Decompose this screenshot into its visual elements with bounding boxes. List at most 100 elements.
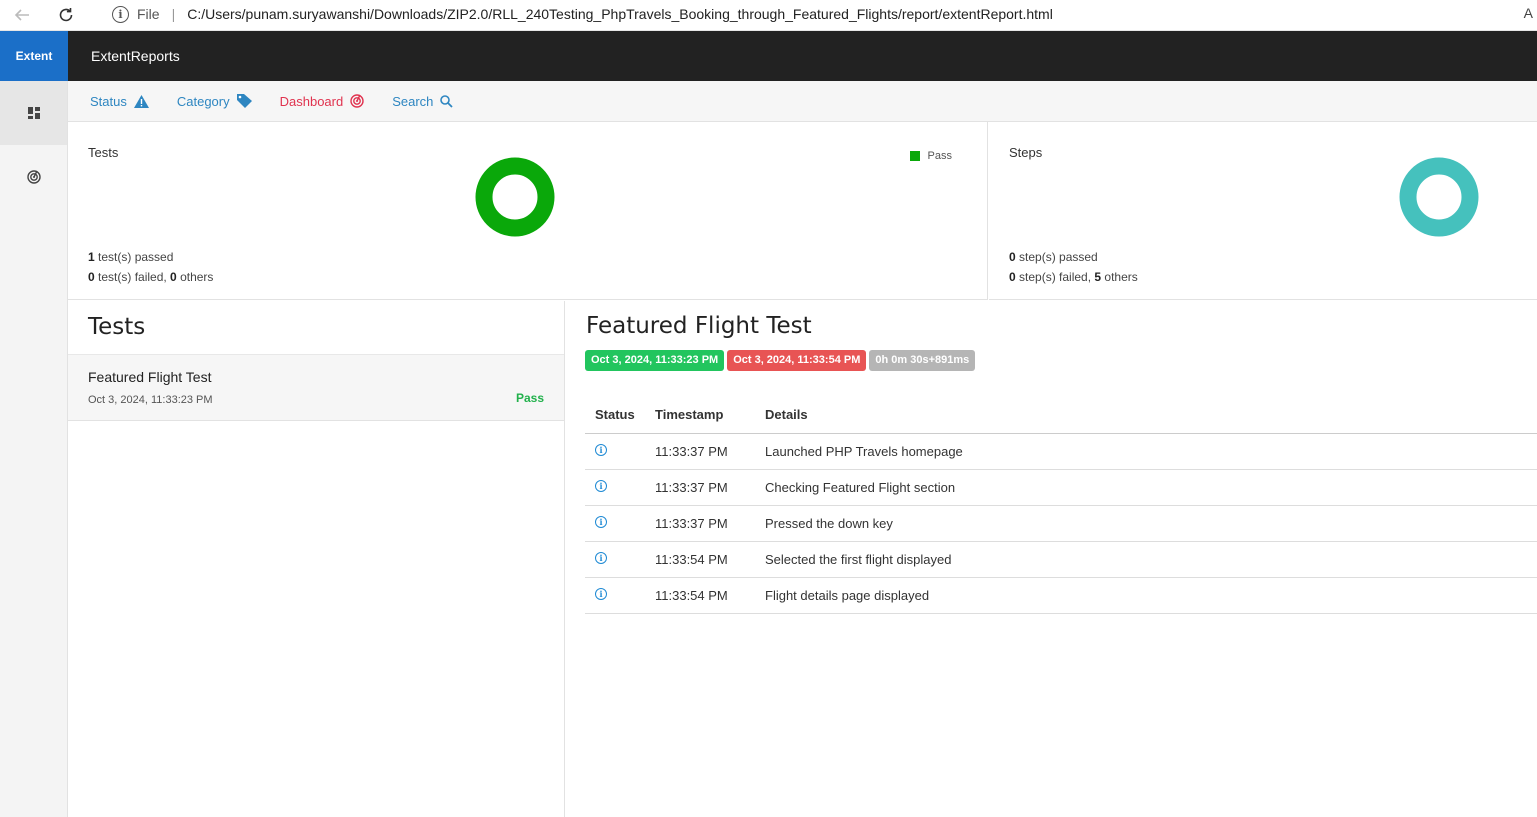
target-icon [26, 170, 41, 184]
sidebar: Extent [0, 31, 68, 817]
steps-passed-text: step(s) passed [1015, 250, 1098, 264]
table-row: i 11:33:37 PM Checking Featured Flight s… [585, 469, 1537, 506]
tests-failed-text: test(s) failed, [94, 270, 171, 284]
info-icon: i [595, 551, 607, 564]
nav-category[interactable]: Category [177, 94, 252, 109]
target-icon [350, 94, 364, 108]
tests-others-count: 0 [170, 270, 177, 284]
info-icon: i [595, 443, 607, 456]
column-header-details: Details [755, 397, 1537, 434]
site-info-icon[interactable]: i [112, 5, 129, 23]
reload-icon [59, 8, 73, 22]
test-time-badges: Oct 3, 2024, 11:33:23 PM Oct 3, 2024, 11… [585, 350, 978, 371]
table-row: i 11:33:54 PM Selected the first flight … [585, 541, 1537, 578]
nav-search[interactable]: Search [392, 93, 454, 109]
legend-pass-label: Pass [927, 150, 952, 162]
row-status-cell: i [585, 541, 645, 578]
steps-summary-card: Steps 0 step(s) passed 0 step(s) failed,… [989, 122, 1537, 300]
duration-badge: 0h 0m 30s+891ms [869, 350, 976, 371]
top-header: ExtentReports [68, 31, 1537, 81]
steps-table-header: Status Timestamp Details [585, 397, 1537, 434]
row-details: Pressed the down key [755, 505, 1537, 542]
row-status-cell: i [585, 433, 645, 470]
steps-table: Status Timestamp Details i 11:33:37 PM L… [585, 397, 1537, 614]
reload-button[interactable] [54, 3, 78, 27]
table-row: i 11:33:54 PM Flight details page displa… [585, 577, 1537, 614]
column-header-timestamp: Timestamp [645, 397, 755, 434]
brand-logo[interactable]: Extent [0, 31, 68, 81]
steps-failed-text: step(s) failed, [1015, 270, 1095, 284]
steps-card-title: Steps [1009, 145, 1043, 160]
tests-failed-stat: 0 test(s) failed, 0 others [88, 270, 213, 284]
row-timestamp: 11:33:37 PM [645, 469, 755, 506]
test-item-name: Featured Flight Test [88, 369, 212, 385]
steps-donut-info-segment [1399, 157, 1479, 237]
filter-nav: Status Category Dashboard Search [68, 81, 1537, 122]
browser-toolbar: i File | C:/Users/punam.suryawanshi/Down… [0, 0, 1537, 31]
row-timestamp: 11:33:54 PM [645, 577, 755, 614]
url-text[interactable]: C:/Users/punam.suryawanshi/Downloads/ZIP… [187, 6, 1053, 22]
start-time-badge: Oct 3, 2024, 11:33:23 PM [585, 350, 725, 371]
tests-failed-count: 0 [88, 270, 95, 284]
steps-failed-stat: 0 step(s) failed, 5 others [1009, 270, 1138, 284]
tests-donut-chart [475, 157, 555, 237]
row-details: Checking Featured Flight section [755, 469, 1537, 506]
warning-icon [133, 94, 149, 108]
steps-others-text: others [1101, 270, 1138, 284]
test-detail-panel: Featured Flight Test Oct 3, 2024, 11:33:… [565, 301, 1537, 817]
tests-card-title: Tests [88, 145, 119, 160]
row-details: Selected the first flight displayed [755, 541, 1537, 578]
nav-status[interactable]: Status [90, 94, 149, 109]
tests-passed-count: 1 [88, 250, 95, 264]
test-detail-title: Featured Flight Test [586, 313, 812, 339]
row-timestamp: 11:33:37 PM [645, 505, 755, 542]
end-time-badge: Oct 3, 2024, 11:33:54 PM [727, 350, 867, 371]
row-status-cell: i [585, 505, 645, 542]
read-aloud-label: A [1523, 5, 1533, 21]
tests-donut-pass-segment [475, 157, 555, 237]
test-list-item[interactable]: Featured Flight Test Oct 3, 2024, 11:33:… [68, 355, 564, 421]
address-separator: | [171, 6, 176, 22]
row-status-cell: i [585, 577, 645, 614]
nav-search-label: Search [392, 93, 434, 109]
steps-donut-chart [1399, 157, 1479, 237]
info-icon: i [595, 587, 607, 600]
info-icon: i [595, 515, 607, 528]
nav-dashboard[interactable]: Dashboard [280, 94, 365, 109]
table-row: i 11:33:37 PM Launched PHP Travels homep… [585, 433, 1537, 470]
tests-list-panel: Tests Featured Flight Test Oct 3, 2024, … [68, 301, 565, 817]
app-title: ExtentReports [91, 48, 180, 64]
test-item-time: Oct 3, 2024, 11:33:23 PM [88, 394, 213, 406]
url-scheme-label: File [137, 6, 160, 22]
tests-list-heading: Tests [68, 301, 564, 355]
tag-icon [236, 94, 252, 108]
nav-status-label: Status [90, 93, 127, 109]
tests-legend: Pass [909, 150, 952, 162]
nav-category-label: Category [176, 93, 230, 109]
tests-others-text: others [176, 270, 214, 284]
sidebar-item-dashboard[interactable] [0, 145, 67, 209]
legend-pass-swatch [909, 151, 920, 161]
row-details: Flight details page displayed [755, 577, 1537, 614]
sidebar-item-tests[interactable] [0, 81, 67, 145]
tests-passed-text: test(s) passed [94, 250, 174, 264]
row-status-cell: i [585, 469, 645, 506]
read-aloud-button[interactable]: A [1524, 5, 1533, 21]
arrow-left-icon [14, 9, 29, 21]
address-bar[interactable]: i File | C:/Users/punam.suryawanshi/Down… [94, 1, 1524, 27]
row-timestamp: 11:33:37 PM [645, 433, 755, 470]
row-details: Launched PHP Travels homepage [755, 433, 1537, 470]
search-icon [440, 94, 454, 108]
steps-failed-count: 0 [1009, 270, 1016, 284]
dashboard-grid-icon [27, 107, 40, 119]
tests-summary-card: Tests Pass 1 test(s) passed 0 test(s) fa… [68, 122, 988, 300]
steps-passed-count: 0 [1009, 250, 1016, 264]
nav-dashboard-label: Dashboard [279, 93, 344, 109]
info-icon: i [595, 479, 607, 492]
column-header-status: Status [585, 397, 645, 434]
table-row: i 11:33:37 PM Pressed the down key [585, 505, 1537, 542]
row-timestamp: 11:33:54 PM [645, 541, 755, 578]
back-button[interactable] [10, 3, 34, 27]
steps-passed-stat: 0 step(s) passed [1009, 250, 1098, 264]
tests-passed-stat: 1 test(s) passed [88, 250, 173, 264]
